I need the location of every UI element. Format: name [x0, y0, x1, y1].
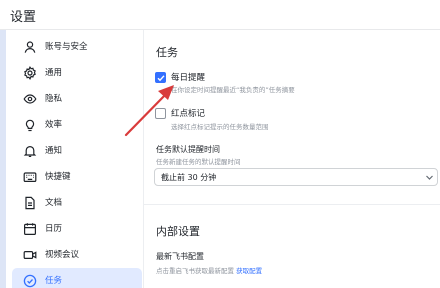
sidebar-item-label: 日历 — [45, 224, 63, 234]
red-dot-label: 红点标记 — [171, 109, 206, 119]
user-icon — [23, 40, 37, 54]
section-title-internal: 内部设置 — [156, 225, 200, 238]
latest-config-desc-row: 点击重启飞书获取最新配置 获取配置 — [156, 265, 262, 275]
settings-content: 任务 每日提醒 在你设定时间提醒最近“我负责的”任务摘要 红点标记 选择红点标记… — [144, 30, 440, 288]
sidebar-item-label: 任务 — [45, 276, 63, 286]
default-reminder-select[interactable]: 截止前 30 分钟 — [154, 168, 438, 186]
doc-icon — [23, 196, 37, 210]
latest-config-desc: 点击重启飞书获取最新配置 — [156, 267, 234, 275]
window-header: 设置 — [0, 0, 440, 30]
sidebar-item-privacy[interactable]: 隐私 — [12, 86, 142, 112]
gear-icon — [23, 66, 37, 80]
latest-config-label: 最新飞书配置 — [156, 252, 204, 261]
red-dot-checkbox[interactable] — [155, 108, 166, 119]
sidebar-item-shortcuts[interactable]: 快捷键 — [12, 164, 142, 190]
daily-reminder-desc: 在你设定时间提醒最近“我负责的”任务摘要 — [171, 86, 295, 94]
default-reminder-label: 任务默认提醒时间 — [156, 145, 220, 154]
task-icon — [23, 274, 37, 288]
sidebar-item-label: 通用 — [45, 68, 63, 78]
section-title-tasks: 任务 — [156, 46, 178, 59]
sidebar-item-video-meeting[interactable]: 视频会议 — [12, 242, 142, 268]
eye-icon — [23, 92, 37, 106]
section-divider — [144, 204, 440, 205]
sidebar-item-label: 通知 — [45, 146, 63, 156]
sidebar-item-account-security[interactable]: 账号与安全 — [12, 34, 142, 60]
daily-reminder-checkbox[interactable] — [155, 72, 166, 83]
lightbulb-icon — [23, 118, 37, 132]
sidebar-item-label: 效率 — [45, 120, 63, 130]
sidebar-item-label: 隐私 — [45, 94, 63, 104]
chevron-down-icon — [426, 175, 433, 180]
sidebar-item-label: 文档 — [45, 198, 63, 208]
sidebar-item-efficiency[interactable]: 效率 — [12, 112, 142, 138]
calendar-icon — [23, 222, 37, 236]
red-dot-desc: 选择红点标记提示的任务数量范围 — [171, 123, 269, 131]
checkmark-icon — [157, 75, 165, 82]
window-title: 设置 — [10, 10, 37, 25]
sidebar-item-notifications[interactable]: 通知 — [12, 138, 142, 164]
sidebar-item-general[interactable]: 通用 — [12, 60, 142, 86]
sidebar-item-docs[interactable]: 文档 — [12, 190, 142, 216]
sidebar-item-label: 快捷键 — [45, 172, 71, 182]
sidebar-item-tasks[interactable]: 任务 — [12, 268, 142, 288]
daily-reminder-label: 每日提醒 — [171, 73, 206, 83]
video-icon — [23, 248, 37, 262]
keyboard-icon — [23, 170, 37, 184]
settings-window: 设置 账号与安全 通用 隐私 效率 通知 快捷键 文档 日历 视频会议 任务 任… — [0, 0, 440, 288]
bell-icon — [23, 144, 37, 158]
sidebar-item-label: 账号与安全 — [45, 42, 88, 52]
get-config-link[interactable]: 获取配置 — [236, 267, 262, 275]
settings-sidebar: 账号与安全 通用 隐私 效率 通知 快捷键 文档 日历 视频会议 任务 — [6, 30, 144, 288]
sidebar-item-label: 视频会议 — [45, 250, 80, 260]
sidebar-item-calendar[interactable]: 日历 — [12, 216, 142, 242]
default-reminder-desc: 任务新建任务的默认提醒时间 — [156, 158, 241, 166]
select-value: 截止前 30 分钟 — [161, 173, 217, 182]
